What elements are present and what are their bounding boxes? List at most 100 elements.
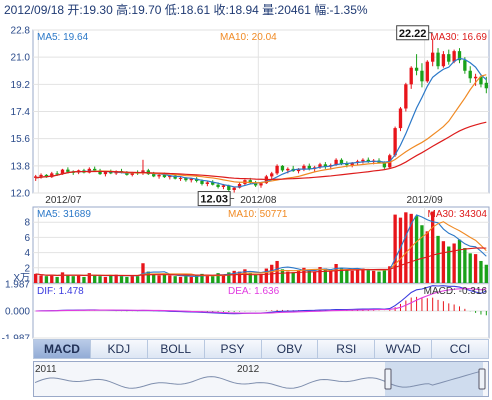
candle-body [414,67,419,71]
volume-bar [479,260,483,283]
tab-macd[interactable]: MACD [34,340,91,358]
navigator-left-handle[interactable] [384,368,392,390]
candle-body [339,159,344,164]
volume-bar [291,272,295,283]
volume-bar [312,271,317,283]
navigator-right-handle[interactable] [478,368,486,390]
tab-obv[interactable]: OBV [262,340,319,358]
volume-bar [366,270,370,283]
volume-panel[interactable]: 8642X万MA5: 31689 MA10: 50771 MA30: 34304 [13,206,490,284]
price-y-tick: 17.4 [11,107,31,118]
price-ma10-label: MA10: 20.04 [220,32,277,43]
candle-body [157,174,161,177]
volume-bar [414,216,419,283]
price-y-tick: 19.2 [11,80,31,91]
volume-bar [275,260,279,283]
tab-psy[interactable]: PSY [205,340,262,358]
volume-bar [173,276,177,283]
price-ma5-label: MA5: 19.64 [37,32,89,43]
candle-body [66,169,70,172]
volume-bar [371,270,376,283]
candle-body [152,174,156,177]
price-y-tick: 22.8 [11,26,31,37]
volume-bar [71,276,75,283]
volume-bar [66,275,70,283]
volume-bar [168,275,172,283]
volume-ma10-label: MA10: 50771 [228,209,288,220]
candle-body [221,185,226,187]
volume-bar [329,270,333,283]
candle-body [216,184,220,187]
navigator-year-label: 2011 [35,364,57,375]
volume-bar [93,275,97,283]
volume-bar [162,274,167,283]
candle-body [431,52,435,62]
volume-bar [436,235,440,283]
volume-bar [50,274,54,283]
macd-dea-label: DEA: 1.636 [228,286,280,297]
volume-bar [452,243,456,283]
volume-bar [125,276,129,283]
macd-value-label: MACD: -0.316 [424,286,488,297]
candle-body [178,177,183,179]
stock-chart[interactable]: 22.8 21.0 19.2 17.4 15.6 13.8 12.0 2012/07 2012/… [0,20,492,339]
candle-body [420,70,424,82]
price-ma30-label: MA30: 16.69 [430,32,487,43]
price-x-tick: 2012/07 [45,195,82,206]
volume-bar [377,271,381,283]
volume-bar [44,276,49,283]
volume-bar [280,269,285,283]
candle-body [463,60,467,71]
price-y-tick: 15.6 [11,134,31,145]
macd-panel[interactable]: 1.987 0.000 -1.987 DIF: 1.478 DEA: 1.636 MACD… [2,280,490,340]
volume-bar [76,274,81,283]
candle-body [259,183,263,186]
volume-y-tick: 8 [24,218,30,229]
price-x-tick: 2012/09 [407,195,444,206]
candle-body [55,173,59,175]
callout-label: 22.22 [399,28,427,40]
volume-bar [355,269,360,283]
candle-body [93,168,97,171]
volume-bar [82,276,86,283]
volume-bar [468,253,472,283]
volume-bar [232,270,236,283]
volume-bar [382,269,387,283]
volume-bar [34,273,38,283]
tab-boll[interactable]: BOLL [148,340,205,358]
candle-body [447,54,451,62]
candle-body [103,171,108,175]
tab-wvad[interactable]: WVAD [375,340,433,358]
callout-label: 12.03 [200,194,228,206]
indicator-tabs[interactable]: MACD KDJ BOLL PSY OBV RSI WVAD CCI [33,339,489,359]
volume-bar [55,276,59,283]
tab-rsi[interactable]: RSI [318,340,376,358]
candle-body [200,180,204,184]
price-y-tick: 21.0 [11,53,31,64]
tab-cci[interactable]: CCI [432,340,488,358]
volume-bar [350,270,354,283]
volume-bar [393,214,397,283]
candle-body [232,187,236,190]
volume-bar [211,276,215,283]
volume-y-tick: 6 [24,233,30,244]
price-panel[interactable]: 22.8 21.0 19.2 17.4 15.6 13.8 12.0 2012/07 2012/… [11,25,490,207]
candle-body [361,159,365,162]
volume-bar [404,212,408,283]
volume-bar [334,264,338,283]
candle-body [205,182,210,184]
volume-bar [146,271,151,283]
volume-bar [253,274,258,283]
volume-bar [441,241,446,283]
volume-bar [189,276,193,283]
volume-bar [484,264,488,283]
macd-y-tick: 1.987 [5,280,30,291]
price-x-tick: 2012/08 [240,195,277,206]
volume-bar [184,276,188,283]
tab-kdj[interactable]: KDJ [91,340,148,358]
volume-bar [178,276,183,283]
range-navigator[interactable]: 2011 2012 [33,361,489,397]
candle-body [398,108,403,129]
volume-bar [157,275,161,283]
volume-bar [103,276,108,283]
